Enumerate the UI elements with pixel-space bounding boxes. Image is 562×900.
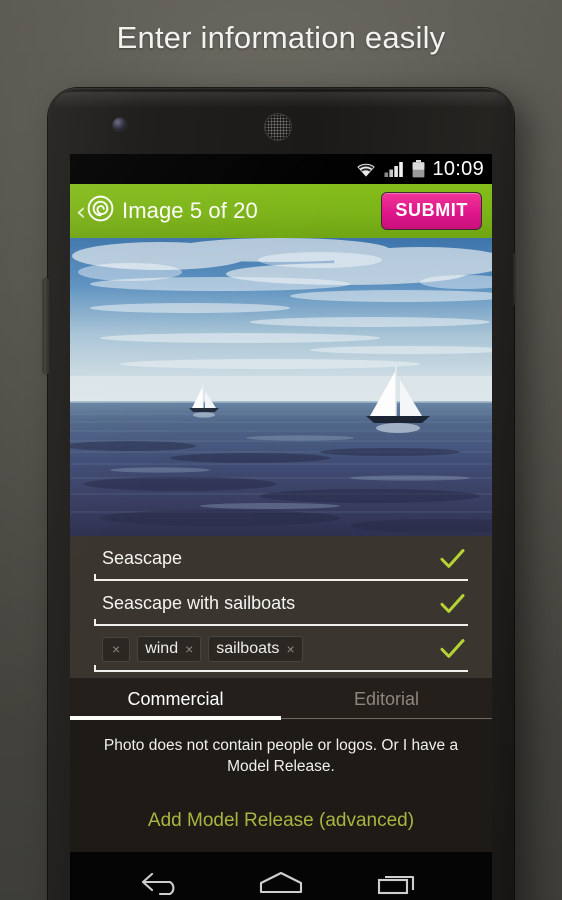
check-icon <box>439 589 466 616</box>
title-field-value: Seascape <box>102 548 183 568</box>
app-header: ‹ Image 5 of 20 SUBMIT <box>70 184 492 238</box>
release-note-text: Photo does not contain people or logos. … <box>103 737 459 775</box>
spiral-logo-icon[interactable] <box>87 195 114 227</box>
phone-device-mockup: 10:09 ‹ Image 5 of 20 SUBMIT Seascape Se… <box>44 88 518 900</box>
page-title: Image 5 of 20 <box>122 198 258 223</box>
check-icon <box>439 635 466 662</box>
cellular-signal-icon <box>384 161 405 178</box>
promo-headline: Enter information easily <box>116 20 446 55</box>
back-chevron-icon[interactable]: ‹ <box>76 199 86 224</box>
description-field-value: Seascape with sailboats <box>102 593 296 613</box>
status-bar: 10:09 <box>70 154 492 184</box>
keyword-chip-label: wind <box>145 640 179 657</box>
phone-screen: 10:09 ‹ Image 5 of 20 SUBMIT Seascape Se… <box>70 154 492 900</box>
android-nav-bar <box>70 852 492 900</box>
tab-editorial[interactable]: Editorial <box>281 678 492 720</box>
keyword-chip-label: sailboats <box>216 640 280 657</box>
front-camera-icon <box>113 118 126 131</box>
title-field[interactable]: Seascape <box>94 536 468 581</box>
wifi-icon <box>355 161 377 178</box>
keyword-chip[interactable]: × <box>102 636 131 662</box>
tab-commercial-label: Commercial <box>127 688 224 709</box>
add-model-release-link[interactable]: Add Model Release (advanced) <box>92 810 470 832</box>
home-icon[interactable] <box>257 870 305 896</box>
device-top-highlight <box>54 92 508 108</box>
remove-keyword-icon[interactable]: × <box>286 642 294 656</box>
volume-rocker-button[interactable] <box>44 278 50 374</box>
tab-editorial-label: Editorial <box>353 688 420 709</box>
battery-icon <box>412 160 425 178</box>
back-arrow-icon[interactable] <box>140 870 186 896</box>
submit-button[interactable]: SUBMIT <box>381 192 482 230</box>
speaker-grille-icon <box>265 114 291 140</box>
keywords-field[interactable]: × wind × sailboats × <box>94 626 468 672</box>
remove-keyword-icon[interactable]: × <box>185 642 193 656</box>
metadata-form: Seascape Seascape with sailboats × wind … <box>70 536 492 900</box>
license-tabs: Commercial Editorial <box>70 678 492 720</box>
seascape-with-sailboats-photo[interactable] <box>70 238 492 536</box>
description-field[interactable]: Seascape with sailboats <box>94 581 468 626</box>
keyword-chip[interactable]: wind × <box>137 636 202 662</box>
keyword-chip-list: × wind × sailboats × <box>94 636 303 662</box>
power-button[interactable] <box>513 253 518 305</box>
status-bar-clock: 10:09 <box>432 157 484 180</box>
tab-commercial[interactable]: Commercial <box>70 678 281 720</box>
keyword-chip[interactable]: sailboats × <box>208 636 303 662</box>
check-icon <box>439 544 466 571</box>
remove-keyword-icon[interactable]: × <box>112 642 120 656</box>
recents-icon[interactable] <box>376 870 422 896</box>
